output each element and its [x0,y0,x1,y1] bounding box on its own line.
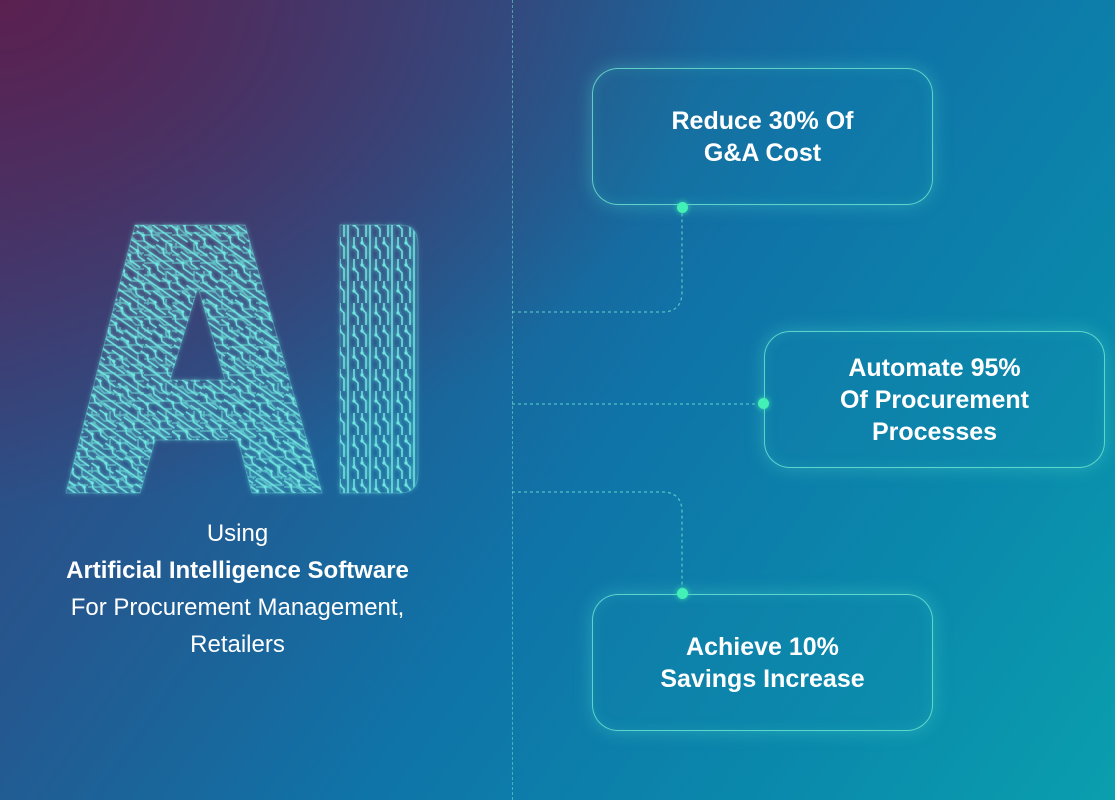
connector-dot-card-3 [677,588,688,599]
connector-to-card-3 [512,491,683,593]
benefit-card-automation: Automate 95% Of Procurement Processes [764,331,1105,468]
benefit-card-cost-line2: G&A Cost [703,138,822,167]
benefit-card-savings-line2: Savings Increase [660,664,865,693]
ai-circuit-graphic [65,224,419,494]
caption-line-using: Using [206,520,269,547]
benefit-card-savings: Achieve 10% Savings Increase [592,594,933,731]
connector-to-card-1 [512,207,683,313]
connector-dot-card-1 [677,202,688,213]
benefit-card-cost-line1: Reduce 30% Of [671,106,854,135]
caption-line-audience: Retailers [190,631,285,658]
caption-line-product: Artificial Intelligence Software [66,557,409,584]
benefit-card-automation-line3: Processes [871,417,998,446]
benefit-card-automation-line2: Of Procurement [840,385,1029,414]
caption-line-purpose: For Procurement Management, [70,594,405,621]
caption: Using Artificial Intelligence Software F… [0,515,475,663]
connector-dot-card-2 [758,398,769,409]
letter-i-shape [339,224,419,494]
benefit-card-cost: Reduce 30% Of G&A Cost [592,68,933,205]
benefit-card-automation-line1: Automate 95% [848,353,1021,382]
benefit-card-savings-line1: Achieve 10% [686,632,839,661]
